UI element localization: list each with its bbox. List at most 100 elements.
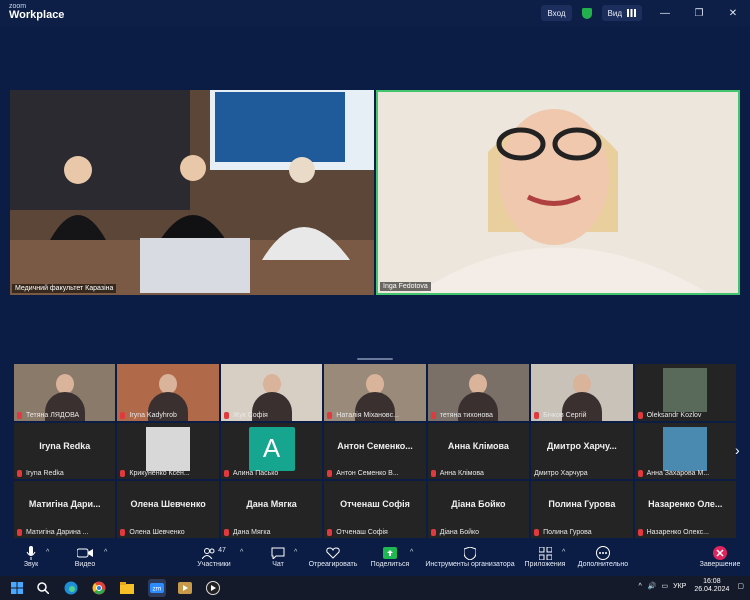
- participant-tile[interactable]: тетяна тихонова: [427, 364, 530, 421]
- participant-name-label: Полина Гурова: [534, 529, 592, 536]
- participant-tile[interactable]: Iryna Kadyhrob: [117, 364, 219, 421]
- active-speaker-tile[interactable]: Inga Fedotova: [376, 90, 740, 295]
- clock[interactable]: 16:08 26.04.2024: [694, 578, 729, 595]
- participant-tile[interactable]: Oleksandr Kozlov: [634, 364, 736, 421]
- participant-tile[interactable]: Жук Софія: [220, 364, 323, 421]
- signin-button[interactable]: Вход: [541, 5, 572, 21]
- participant-tile[interactable]: Анна Клімова Анна Клімова: [427, 422, 530, 480]
- participant-tile[interactable]: Бічков Сергій: [531, 364, 633, 421]
- clock-time: 16:08: [703, 578, 721, 585]
- participant-display-name: Полина Гурова: [548, 499, 616, 510]
- participant-name-label: Наталія Міхановс...: [327, 411, 399, 419]
- participant-tile[interactable]: Полина Гурова Полина Гурова: [531, 481, 633, 538]
- participant-name-label: Антон Семенко В...: [327, 470, 399, 478]
- media-player-icon[interactable]: [176, 579, 194, 597]
- share-options-chevron-icon[interactable]: ^: [410, 549, 413, 556]
- react-label: Отреагировать: [308, 561, 358, 568]
- muted-mic-icon: [327, 411, 333, 419]
- participant-tile[interactable]: Антон Семенко... Антон Семенко В...: [324, 422, 426, 480]
- video-button[interactable]: Видео: [70, 545, 100, 568]
- minimize-button[interactable]: —: [648, 8, 682, 19]
- participant-display-name: Діана Бойко: [451, 499, 506, 510]
- participant-display-name: Iryna Redka: [39, 440, 91, 451]
- more-button[interactable]: Дополнительно: [576, 545, 630, 568]
- participant-tile[interactable]: Діана Бойко Діана Бойко: [427, 481, 530, 538]
- react-button[interactable]: Отреагировать: [308, 545, 358, 568]
- muted-mic-icon: [223, 529, 229, 536]
- video-app-icon[interactable]: [204, 579, 222, 597]
- svg-text:zm: zm: [153, 586, 162, 593]
- volume-icon[interactable]: 🔊: [648, 582, 657, 590]
- close-button[interactable]: ✕: [716, 8, 750, 19]
- participant-tile[interactable]: Олена Шевченко Олена Шевченко: [117, 481, 219, 538]
- participant-display-name: Анна Клімова: [447, 440, 509, 451]
- audio-label: Звук: [23, 561, 39, 568]
- apps-icon: [538, 546, 552, 560]
- notifications-icon[interactable]: ▢: [737, 582, 744, 590]
- gallery-resize-handle[interactable]: [357, 358, 393, 360]
- chrome-browser-icon[interactable]: [90, 579, 108, 597]
- apps-button[interactable]: Приложения: [524, 545, 566, 568]
- participant-tile[interactable]: A Алина Пасько: [220, 422, 323, 480]
- share-button[interactable]: Поделиться: [368, 545, 412, 568]
- main-video-tile[interactable]: Медичний факультет Каразіна: [10, 90, 374, 295]
- participant-tile[interactable]: Наталія Міхановс...: [324, 364, 426, 421]
- zoom-app-icon[interactable]: zm: [148, 579, 166, 597]
- participants-options-chevron-icon[interactable]: ^: [240, 549, 243, 556]
- view-button[interactable]: Вид: [601, 5, 642, 21]
- participant-tile[interactable]: Матигіна Дари... Матигіна Дарина ...: [14, 481, 116, 538]
- participant-tile[interactable]: Iryna Redka Iryna Redka: [14, 422, 116, 480]
- participant-name-label: Дмитро Харчура: [534, 470, 588, 477]
- video-label: Видео: [74, 561, 96, 568]
- muted-mic-icon: [120, 411, 126, 419]
- participant-tile[interactable]: Крикуненко Ксен...: [117, 422, 219, 480]
- participant-tile[interactable]: Назаренко Оле... Назаренко Олекс...: [634, 481, 736, 538]
- video-options-chevron-icon[interactable]: ^: [104, 549, 107, 556]
- participant-tile[interactable]: Отченаш Софія Отченаш Софія: [324, 481, 426, 538]
- participant-tile[interactable]: Дмитро Харчу... Дмитро Харчура: [531, 422, 633, 480]
- participant-name: тетяна тихонова: [439, 411, 493, 419]
- muted-mic-icon: [637, 411, 643, 419]
- participant-name-label: Крикуненко Ксен...: [120, 470, 190, 478]
- participant-name: Дана Мягка: [232, 529, 271, 536]
- participant-tile[interactable]: Дана Мягка Дана Мягка: [220, 481, 323, 538]
- share-screen-icon: [383, 547, 397, 559]
- apps-options-chevron-icon[interactable]: ^: [562, 549, 565, 556]
- encryption-shield-icon[interactable]: [581, 7, 592, 19]
- muted-mic-icon: [17, 470, 22, 478]
- host-tools-button[interactable]: Инструменты организатора: [424, 545, 516, 568]
- edge-browser-icon[interactable]: [62, 579, 80, 597]
- restore-button[interactable]: ❐: [682, 8, 716, 19]
- participant-name: Iryna Redka: [26, 470, 64, 478]
- grid-view-icon: [627, 9, 636, 17]
- muted-mic-icon: [430, 411, 436, 419]
- participant-name-label: Назаренко Олекс...: [637, 529, 709, 536]
- participant-tile[interactable]: Анна Захарова М...: [634, 422, 736, 480]
- search-icon[interactable]: [34, 579, 52, 597]
- muted-mic-icon: [120, 470, 126, 478]
- muted-mic-icon: [637, 470, 643, 478]
- participants-button[interactable]: 47 Участники: [194, 545, 234, 569]
- participant-gallery: Тетяна ЛЯДОВА Iryna Kadyhrob Жук Софія Ната…: [14, 364, 736, 538]
- language-indicator[interactable]: УКР: [673, 583, 686, 590]
- tray-overflow-chevron-icon[interactable]: ^: [638, 583, 641, 590]
- next-page-icon[interactable]: ›: [735, 442, 740, 458]
- audio-options-chevron-icon[interactable]: ^: [46, 549, 49, 556]
- file-explorer-icon[interactable]: [118, 579, 136, 597]
- participant-name: Крикуненко Ксен...: [129, 470, 190, 478]
- windows-start-icon[interactable]: [8, 579, 26, 597]
- participant-tile[interactable]: Тетяна ЛЯДОВА: [14, 364, 116, 421]
- muted-mic-icon: [17, 411, 22, 419]
- chat-options-chevron-icon[interactable]: ^: [294, 549, 297, 556]
- participant-name: Inga Fedotova: [380, 282, 431, 291]
- audio-button[interactable]: Звук: [18, 545, 44, 568]
- title-bar: zoom Workplace Вход Вид — ❐ ✕: [0, 0, 750, 26]
- muted-mic-icon: [534, 529, 540, 536]
- network-icon[interactable]: ▭: [662, 582, 669, 590]
- muted-mic-icon: [17, 529, 22, 536]
- participant-name: Тетяна ЛЯДОВА: [26, 411, 80, 419]
- participant-name: Жук Софія: [232, 411, 268, 419]
- end-button[interactable]: Завершение: [698, 545, 742, 568]
- room-video-feed: [10, 90, 374, 295]
- chat-button[interactable]: Чат: [266, 545, 290, 568]
